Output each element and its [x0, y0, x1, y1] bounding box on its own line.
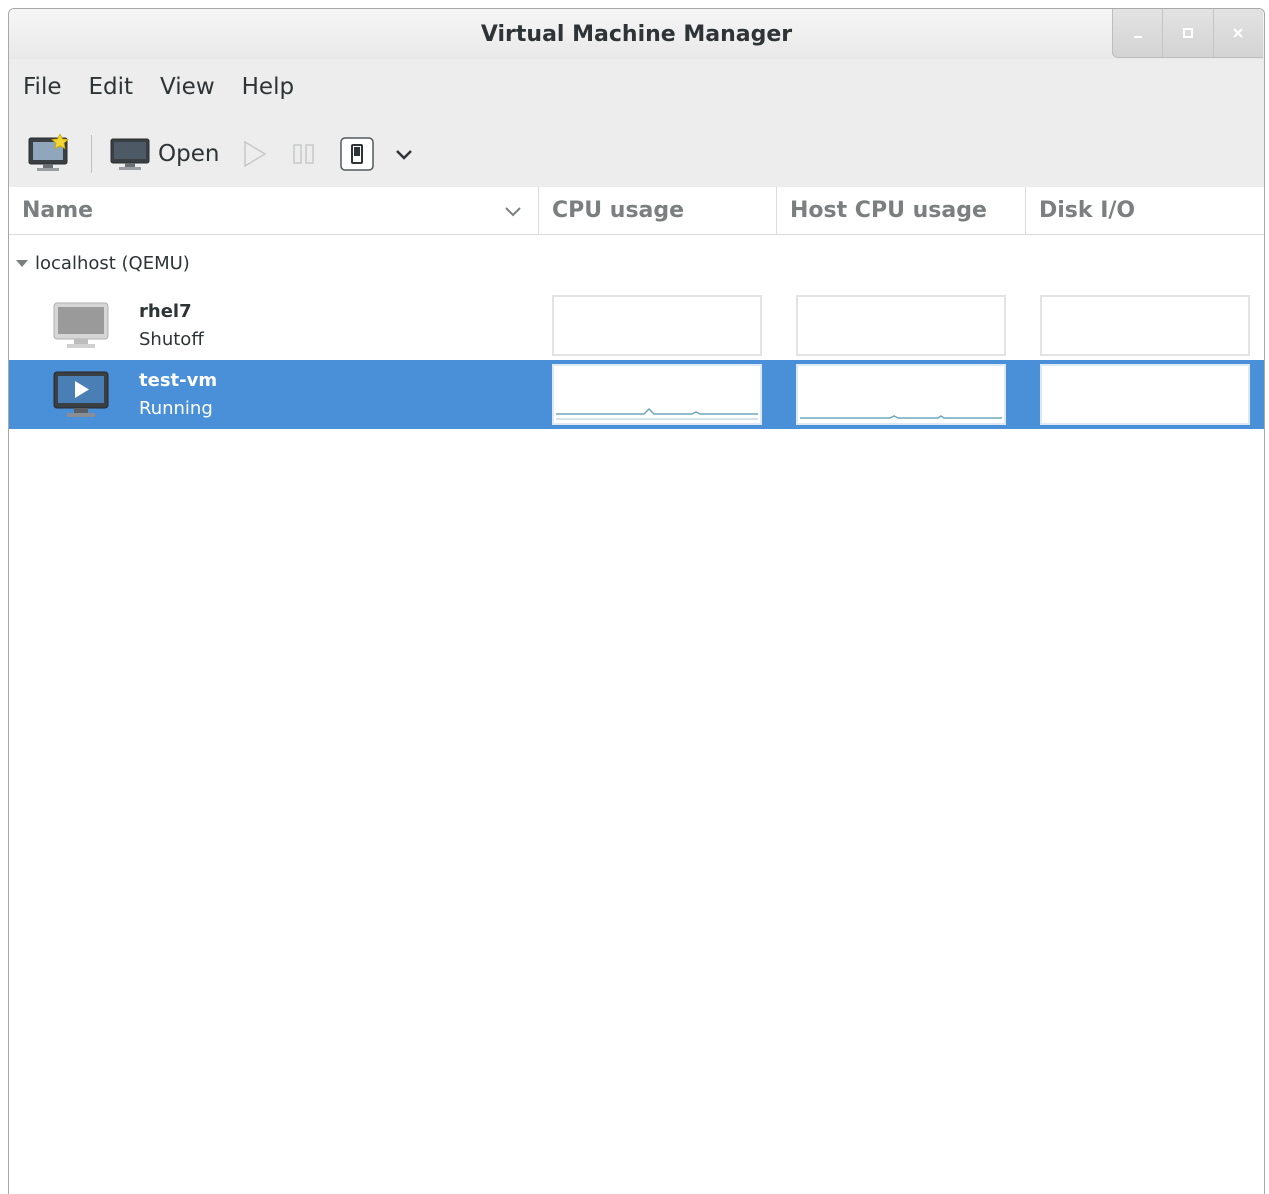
column-cpu-label: CPU usage [552, 198, 685, 223]
toolbar: Open [9, 121, 1264, 187]
column-name-label: Name [22, 198, 94, 223]
shutdown-menu-button[interactable] [393, 143, 415, 165]
menu-view[interactable]: View [160, 74, 215, 100]
maximize-icon [1182, 28, 1193, 38]
list-header: Name CPU usage Host CPU usage Disk I/O [9, 187, 1264, 235]
close-icon [1233, 28, 1244, 38]
vm-status: Shutoff [139, 329, 204, 350]
pause-icon [293, 144, 315, 164]
vm-row-test-vm[interactable]: test-vm Running [9, 360, 1264, 429]
connection-label: localhost (QEMU) [35, 252, 190, 274]
new-vm-icon [28, 134, 69, 171]
shutdown-icon [340, 137, 375, 171]
close-button[interactable] [1212, 9, 1263, 57]
shutdown-button[interactable] [339, 136, 375, 172]
menu-help[interactable]: Help [242, 74, 294, 100]
host-cpu-usage-graph [796, 364, 1006, 425]
window-title: Virtual Machine Manager [480, 22, 793, 47]
new-vm-button[interactable] [27, 134, 73, 174]
vm-name: rhel7 [139, 301, 192, 322]
cpu-usage-graph [552, 295, 762, 356]
title-bar[interactable]: Virtual Machine Manager [9, 9, 1264, 59]
play-icon [244, 140, 267, 168]
host-cpu-usage-graph [796, 295, 1006, 356]
column-name-header[interactable]: Name [9, 187, 539, 234]
vm-list: localhost (QEMU) rhel7 Shutoff test-vm R… [9, 235, 1264, 1194]
expander-triangle-icon[interactable] [15, 256, 29, 270]
vm-shutoff-icon [53, 302, 109, 348]
disk-io-graph [1040, 295, 1250, 356]
column-host-cpu-label: Host CPU usage [790, 198, 987, 223]
main-window: Virtual Machine Manager File Edit View H… [8, 8, 1265, 1194]
maximize-button[interactable] [1162, 9, 1212, 57]
run-button[interactable] [241, 139, 269, 169]
toolbar-separator [91, 135, 92, 173]
vm-row-rhel7[interactable]: rhel7 Shutoff [9, 291, 1264, 360]
chevron-down-icon[interactable] [503, 201, 523, 221]
open-button[interactable]: Open [110, 136, 219, 172]
vm-running-icon [53, 371, 109, 417]
cpu-usage-graph [552, 364, 762, 425]
open-label: Open [158, 141, 220, 167]
vm-name: test-vm [139, 370, 218, 391]
cpu-usage-sparkline [556, 407, 758, 420]
disk-io-graph [1040, 364, 1250, 425]
menu-edit[interactable]: Edit [89, 74, 134, 100]
window-controls [1112, 9, 1263, 58]
pause-button[interactable] [291, 142, 317, 166]
host-cpu-usage-sparkline [800, 415, 1002, 419]
minimize-icon [1133, 36, 1142, 38]
column-cpu-header[interactable]: CPU usage [539, 187, 777, 234]
menu-file[interactable]: File [23, 74, 62, 100]
column-host-cpu-header[interactable]: Host CPU usage [777, 187, 1026, 234]
vm-status: Running [139, 398, 213, 419]
monitor-icon [110, 138, 150, 170]
chevron-down-icon [396, 150, 413, 160]
column-disk-header[interactable]: Disk I/O [1026, 187, 1264, 234]
minimize-button[interactable] [1113, 9, 1162, 57]
connection-row[interactable]: localhost (QEMU) [9, 235, 1264, 291]
menu-bar: File Edit View Help [9, 64, 1264, 110]
column-disk-label: Disk I/O [1039, 198, 1136, 223]
